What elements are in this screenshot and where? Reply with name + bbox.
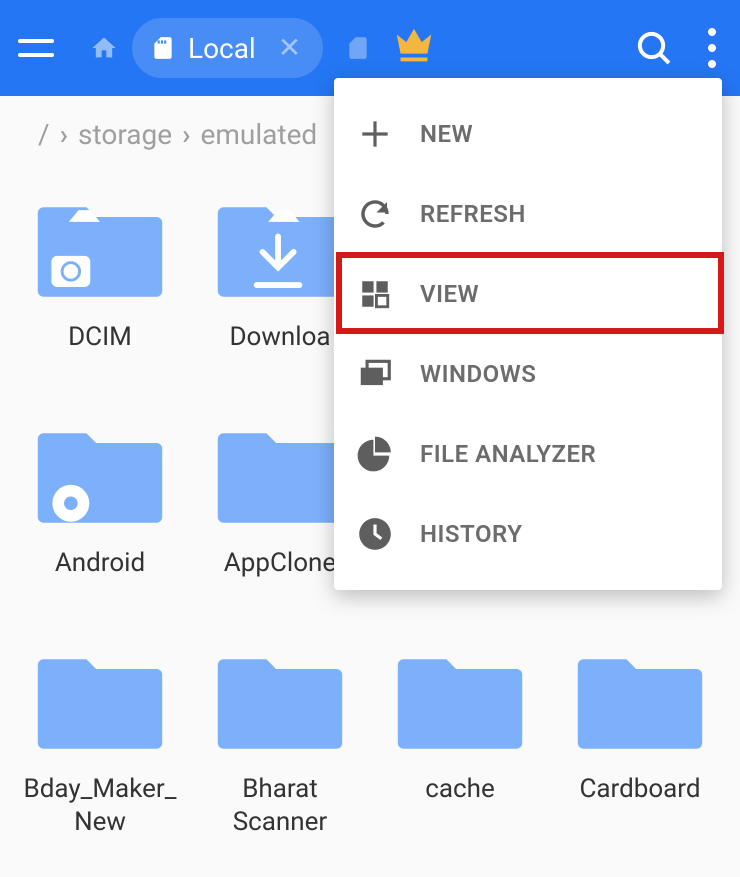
- folder-label: Downloa: [225, 321, 334, 381]
- folder-label: AppClone: [220, 547, 340, 607]
- folder-label: Android: [51, 547, 149, 607]
- windows-icon: [354, 353, 396, 395]
- location-tab[interactable]: Local ✕: [132, 18, 323, 78]
- folder-label: DCIM: [64, 321, 136, 381]
- tab-label: Local: [188, 32, 256, 65]
- menu-item-windows[interactable]: WINDOWS: [334, 334, 722, 414]
- menu-item-label: NEW: [420, 120, 473, 148]
- menu-item-label: REFRESH: [420, 200, 526, 228]
- sd-card-icon-inactive[interactable]: [345, 35, 371, 61]
- refresh-icon: [354, 193, 396, 235]
- menu-item-label: FILE ANALYZER: [420, 440, 596, 468]
- folder-item[interactable]: Bharat Scanner: [192, 625, 368, 846]
- crown-icon[interactable]: [391, 23, 437, 73]
- folder-label: cache: [421, 773, 498, 833]
- more-options-icon[interactable]: [702, 22, 722, 74]
- hamburger-icon[interactable]: [18, 26, 62, 70]
- sd-card-icon: [150, 35, 176, 61]
- folder-item[interactable]: Android: [12, 399, 188, 615]
- folder-label: Cardboard: [575, 773, 704, 833]
- folder-item[interactable]: cache: [372, 625, 548, 846]
- plus-icon: [354, 113, 396, 155]
- pie-icon: [354, 433, 396, 475]
- breadcrumb-root[interactable]: /: [38, 118, 50, 151]
- folder-label: Bharat Scanner: [194, 773, 366, 838]
- close-tab-icon[interactable]: ✕: [278, 34, 301, 62]
- context-menu: NEW REFRESH VIEW WINDOWS FILE ANALYZER HISTOR…: [334, 78, 722, 590]
- search-icon[interactable]: [634, 28, 674, 68]
- chevron-right-icon: ›: [182, 118, 190, 151]
- menu-item-new[interactable]: NEW: [334, 94, 722, 174]
- folder-item[interactable]: Bday_Maker_New: [12, 625, 188, 846]
- menu-item-label: WINDOWS: [420, 360, 536, 388]
- folder-label: Bday_Maker_New: [14, 773, 186, 838]
- folder-item[interactable]: DCIM: [12, 173, 188, 389]
- folder-item[interactable]: Cardboard: [552, 625, 728, 846]
- menu-item-label: VIEW: [420, 280, 479, 308]
- breadcrumb-segment[interactable]: emulated: [201, 118, 318, 151]
- clock-icon: [354, 513, 396, 555]
- menu-item-label: HISTORY: [420, 520, 522, 548]
- chevron-right-icon: ›: [60, 118, 68, 151]
- menu-item-file-analyzer[interactable]: FILE ANALYZER: [334, 414, 722, 494]
- breadcrumb-segment[interactable]: storage: [78, 118, 172, 151]
- menu-item-view[interactable]: VIEW: [334, 254, 722, 334]
- home-icon[interactable]: [90, 34, 118, 62]
- menu-item-history[interactable]: HISTORY: [334, 494, 722, 574]
- menu-item-refresh[interactable]: REFRESH: [334, 174, 722, 254]
- grid-icon: [354, 273, 396, 315]
